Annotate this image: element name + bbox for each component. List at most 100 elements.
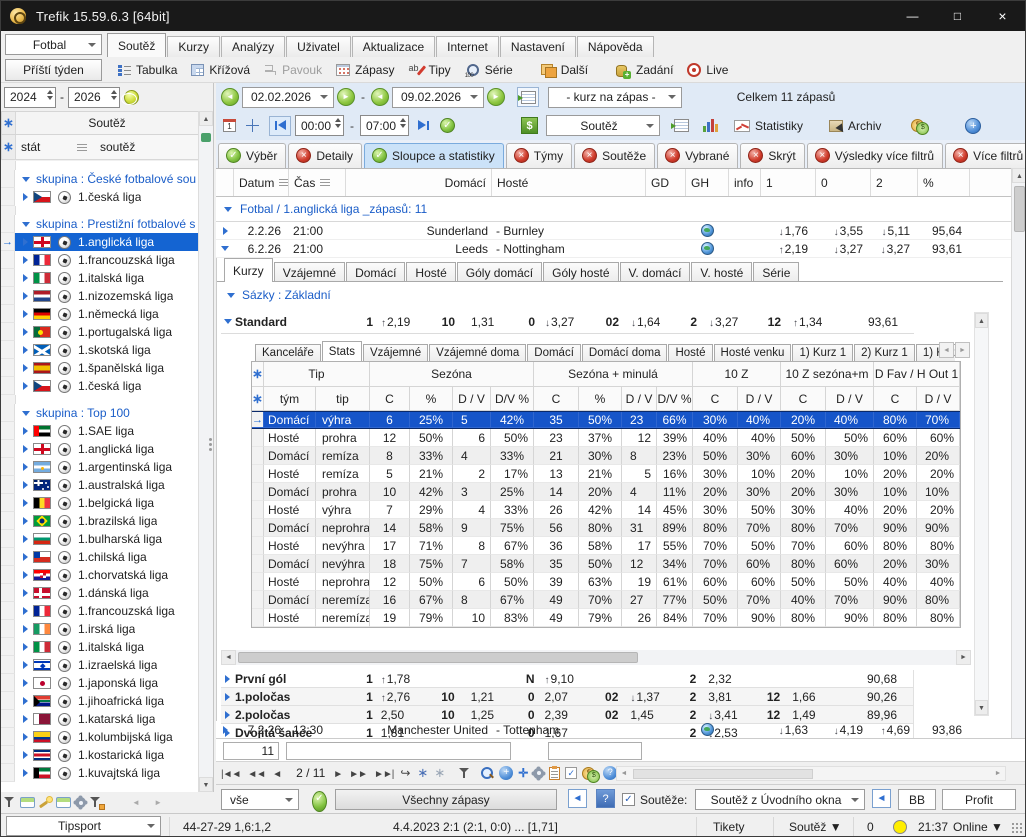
stats-row-domaci-prohra[interactable]: Domácí prohra 10 42% 3 25% 14 20% 4 11% 20% 30% 20% 3… [252,483,960,501]
scroll-right-icon[interactable]: ► [991,770,1005,777]
column-header-cas[interactable]: Čas [289,169,346,196]
group-row-skupina-ceske-fotbalove-sou[interactable]: skupina : České fotbalové sou [1,170,199,188]
expander-icon[interactable] [23,553,28,561]
expander-icon[interactable] [23,427,28,435]
sidebar-item-1-kolumbijska-liga[interactable]: 1.kolumbijská liga [1,728,199,746]
filter-vice-filtru[interactable]: × Více filtrů [945,143,1025,168]
scroll-left-icon[interactable]: ◄ [617,770,631,777]
expander-icon[interactable] [23,310,28,318]
coins-icon[interactable] [582,766,601,783]
wizard-wand-icon[interactable] [39,796,52,809]
detail-tab-v-hoste[interactable]: V. hosté [691,262,753,282]
tipy-button[interactable]: Tipy [401,60,457,80]
minimize-button[interactable]: — [890,1,935,31]
move-icon[interactable] [246,119,259,132]
refresh-icon[interactable]: ↪ [400,766,410,780]
stats-row-domaci-nevyhra[interactable]: Domácí nevýhra 18 75% 7 58% 35 50% 12 34% 70% 60% 80… [252,555,960,573]
filter-input[interactable] [286,742,511,760]
sidebar-item-1-danska-liga[interactable]: 1.dánská liga [1,584,199,602]
dalsi-button[interactable]: Další [534,60,595,80]
stats-row-hoste-neremiza[interactable]: Hosté neremíza 19 79% 10 83% 49 79% 26 84% 70% 90% 8… [252,609,960,627]
collapse-section-icon[interactable] [227,292,235,298]
soutez-menu[interactable]: Soutěž ▼ [789,814,842,836]
filter-detaily[interactable]: × Detaily [288,143,363,168]
sidebar-item-1-bulharska-liga[interactable]: 1.bulharská liga [1,530,199,548]
panel-icon[interactable] [56,797,71,808]
skip-end-icon[interactable] [417,120,430,131]
tab-analyzy[interactable]: Analýzy [221,36,286,57]
stats-row-domaci-vyhra[interactable]: → Domácí výhra 6 25% 5 42% 35 50% 23 66% 30% 40% 20% 4… [252,411,960,429]
date-back-icon[interactable]: ◄ [221,88,239,106]
group-row[interactable]: Fotbal / 1.anglická liga _zápasů: 11 [216,197,1011,222]
scroll-left-icon[interactable]: ◄ [939,342,954,358]
sidebar-item-1-chorvatska-liga[interactable]: 1.chorvatská liga [1,566,199,584]
stats-row-domaci-neremiza[interactable]: Domácí neremíza 16 67% 8 67% 49 70% 27 77% 50% 70% 4… [252,591,960,609]
stats-tab-domaci[interactable]: Domácí [527,344,581,362]
date-to-select[interactable]: 09.02.2026 [392,86,484,108]
sidebar-item-1-italska-liga[interactable]: 1.italská liga [1,638,199,656]
competitions-checkbox[interactable]: ✓ [622,793,635,806]
stats-row-hoste-remiza[interactable]: Hosté remíza 5 21% 2 17% 13 21% 5 16% 30% 10% 20% 10%… [252,465,960,483]
first-icon[interactable]: |◄◄ [221,769,241,780]
archive-button[interactable]: Archiv [829,119,881,133]
stats-tab-vzajemne-doma[interactable]: Vzájemné doma [429,344,527,362]
stats-row-domaci-neprohra[interactable]: Domácí neprohra 14 58% 9 75% 56 80% 31 89% 80% 70% 8… [252,519,960,537]
sidebar-item-1-irska-liga[interactable]: 1.irská liga [1,620,199,638]
stats-row-domaci-remiza[interactable]: Domácí remíza 8 33% 4 33% 21 30% 8 23% 50% 30% 60% 30… [252,447,960,465]
expander-icon[interactable] [23,733,28,741]
sidebar-splitter[interactable] [207,431,213,457]
live-button[interactable]: Live [680,60,735,80]
expander-icon[interactable] [23,481,28,489]
column-header-soutez[interactable]: soutěž [96,140,198,154]
sidebar-item-1-kuvajtska-liga[interactable]: 1.kuvajtská liga [1,764,199,782]
time-from-spinner[interactable]: 00:00 [295,115,344,136]
resize-grip[interactable] [1011,822,1025,836]
sidebar-item-1-spanelska-liga[interactable]: 1.španělská liga [1,359,199,377]
stats-tab-domaci-doma[interactable]: Domácí doma [581,344,668,362]
expander-icon[interactable] [23,679,28,687]
sidebar-item-1-argentinska-liga[interactable]: 1.argentinská liga [1,458,199,476]
stats-tab-hoste-venku[interactable]: Hosté venku [713,344,792,362]
insert-left-button[interactable]: ◄ [872,789,891,808]
filter-input[interactable] [548,742,642,760]
check-icon[interactable]: ✓ [565,767,578,779]
scroll-right-icon[interactable]: ► [956,650,971,665]
column-header-datum[interactable]: Datum [234,169,289,196]
count-input[interactable]: 11 [223,742,279,760]
filter-sloupce-a-statistiky[interactable]: ✓ Sloupce a statistiky [364,143,504,168]
expander-icon[interactable] [23,661,28,669]
column-header-1[interactable]: 1 [761,169,816,196]
expander-icon[interactable] [23,238,28,246]
spinner-arrows-icon[interactable] [335,118,341,128]
coins-icon[interactable] [911,119,930,135]
group-row-skupina-top-100[interactable]: skupina : Top 100 [1,404,199,422]
stats-tab-2-kurz-1[interactable]: 2) Kurz 1 [854,344,915,362]
prior-page-icon[interactable]: ◄◄ [247,769,266,780]
scroll-left-right-icons[interactable]: ◄ ► [132,798,168,807]
next-icon[interactable]: ► [333,769,343,780]
clipboard-icon[interactable] [549,765,561,780]
scrollbar-thumb[interactable] [633,768,813,779]
spinner-arrows-icon[interactable] [111,89,117,100]
stats-tab-vzajemne[interactable]: Vzájemné [363,344,429,362]
sidebar-item-1-brazilska-liga[interactable]: 1.brazilská liga [1,512,199,530]
krizova-button[interactable]: Křížová [184,60,257,80]
tickets-button[interactable]: Tikety [713,814,745,836]
scrollbar-thumb[interactable] [1014,186,1025,232]
globe-icon[interactable] [701,224,714,237]
tab-aktualizace[interactable]: Aktualizace [351,36,436,57]
sidebar-item-1-anglicka-liga[interactable]: → 1.anglická liga [1,233,199,251]
bet-row-2-polocas[interactable]: 2.poločas 1 2,50 10 1,25 0 2,39 02 1,45 2 ↓3,41 12 1… [221,706,914,724]
competition-source-select[interactable]: Soutěž z Úvodního okna [695,789,865,810]
scroll-up-icon[interactable]: ▲ [1012,168,1025,183]
apply-time-icon[interactable]: ✓ [440,118,455,133]
gear-icon[interactable] [75,797,86,808]
sidebar-item-1-ceska-liga[interactable]: 1.česká liga [1,188,199,206]
sidebar-item-1-nemecka-liga[interactable]: 1.německá liga [1,305,199,323]
tab-kurzy[interactable]: Kurzy [167,36,221,57]
expander-icon[interactable] [23,571,28,579]
help-button[interactable]: ? [596,789,615,808]
filter-icon[interactable] [459,767,471,779]
period-button[interactable]: Příští týden [5,59,102,81]
spinner-arrows-icon[interactable] [47,89,53,100]
